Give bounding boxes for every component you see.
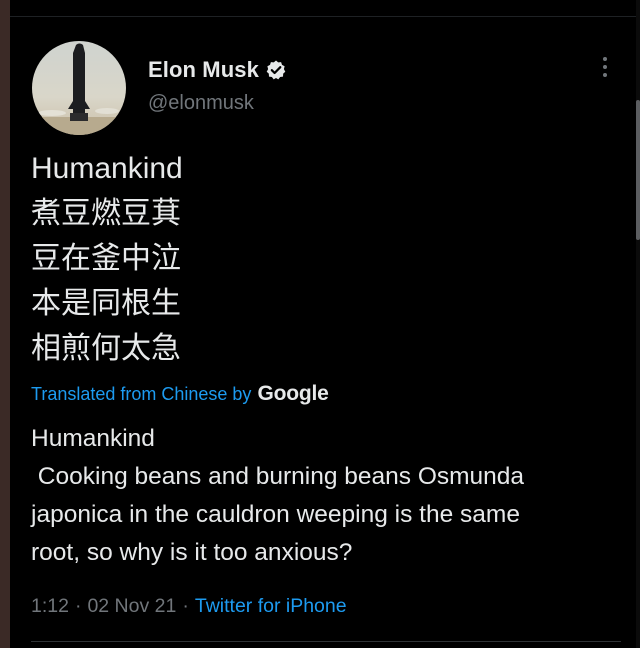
avatar[interactable] <box>32 41 126 135</box>
translated-line: Humankind <box>31 425 155 452</box>
meta-separator: · <box>182 594 189 617</box>
tweet-date[interactable]: 02 Nov 21 <box>87 595 176 618</box>
tweet-source-link[interactable]: Twitter for iPhone <box>195 595 347 618</box>
more-dot <box>603 73 607 77</box>
scrollbar-thumb[interactable] <box>636 100 640 240</box>
verified-badge-icon <box>265 59 287 81</box>
more-dot <box>603 65 607 69</box>
translated-line: japonica in the cauldron weeping is the … <box>31 501 520 528</box>
tweet-line: 相煎何太急 <box>31 332 181 365</box>
more-dot <box>603 57 607 61</box>
top-divider <box>10 16 640 17</box>
translated-line: root, so why is it too anxious? <box>31 539 353 566</box>
tweet-line: Humankind <box>31 152 183 185</box>
scrollbar[interactable] <box>636 0 640 648</box>
author-handle[interactable]: @elonmusk <box>148 92 254 115</box>
translation-attribution[interactable]: Translated from Chinese by Google <box>31 380 329 408</box>
author-name-row[interactable]: Elon Musk <box>148 56 287 84</box>
tweet-line: 豆在釜中泣 <box>31 242 181 275</box>
tweet-metadata: 1:12 · 02 Nov 21 · Twitter for iPhone <box>31 592 347 620</box>
window-edge <box>0 0 10 648</box>
more-options-icon[interactable] <box>592 52 618 82</box>
meta-separator: · <box>74 594 82 617</box>
bottom-divider <box>31 641 621 642</box>
tweet-line: 本是同根生 <box>31 287 181 320</box>
google-logo: Google <box>257 382 329 405</box>
avatar-image <box>32 41 126 135</box>
tweet-line: 煮豆燃豆萁 <box>31 197 181 230</box>
tweet-time[interactable]: 1:12 <box>31 595 69 618</box>
translated-from-link[interactable]: Translated from Chinese by <box>31 384 251 405</box>
tweet-text: Humankind 煮豆燃豆萁 豆在釜中泣 本是同根生 相煎何太急 <box>31 146 591 371</box>
author-display-name[interactable]: Elon Musk <box>148 57 259 83</box>
translated-line: Cooking beans and burning beans Osmunda <box>31 463 525 490</box>
translated-text: Humankind Cooking beans and burning bean… <box>31 420 616 572</box>
